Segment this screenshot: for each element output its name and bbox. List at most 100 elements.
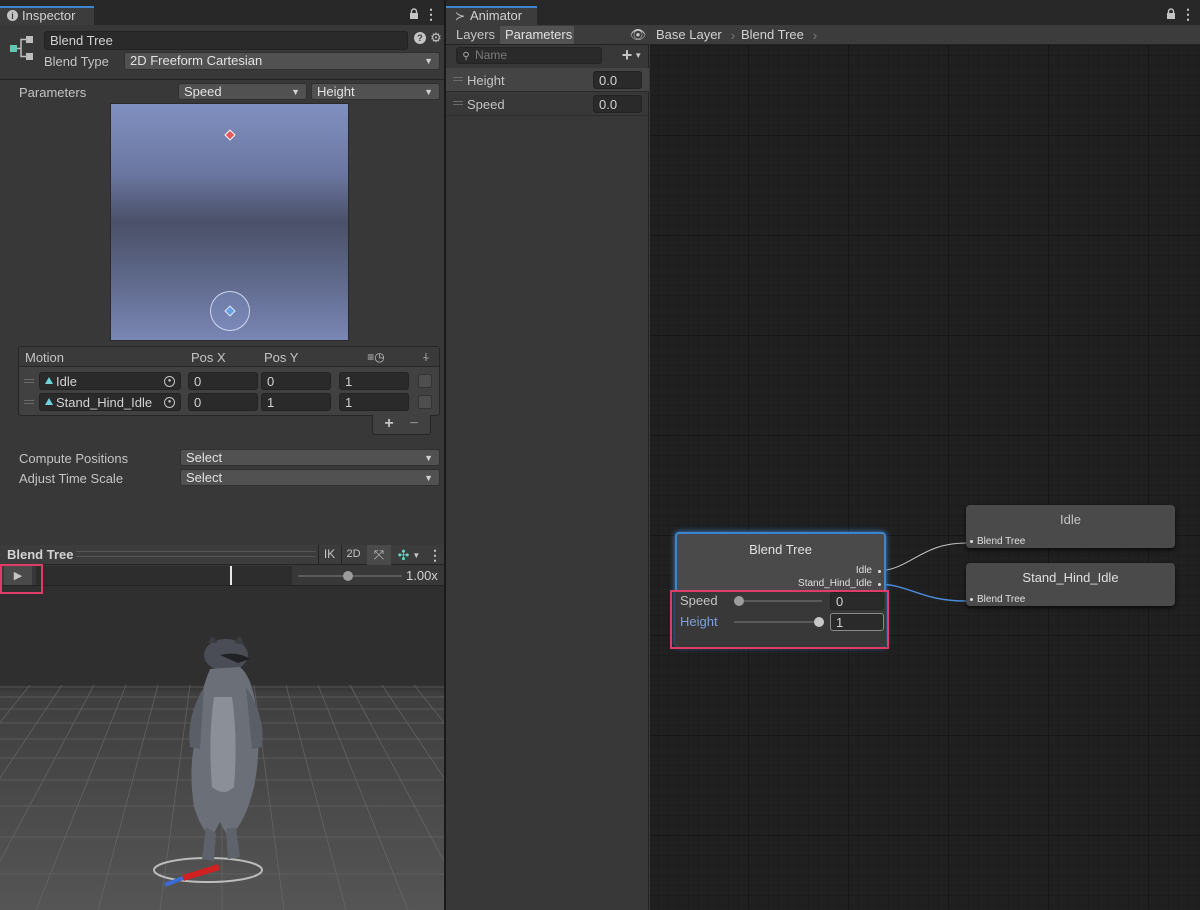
dropdown-arrow-icon: ▼ [424, 56, 433, 66]
output-label-idle: Idle [855, 565, 872, 576]
param-x-value: Speed [184, 84, 222, 99]
tab-animator-label: Animator [470, 8, 523, 23]
tab-layers[interactable]: Layers [450, 26, 500, 44]
compute-positions-dropdown[interactable]: Select ▼ [180, 449, 440, 466]
blend-position-indicator[interactable] [210, 291, 250, 331]
tab-parameters-label: Parameters [505, 27, 573, 42]
motion-list: Motion Pos X Pos Y ≡◷ ⍭ Idle ● 0 0 1 Sta… [18, 346, 440, 416]
pivot-icon[interactable]: ⤧ [367, 545, 391, 565]
animation-clip-icon [45, 398, 53, 405]
param-y-value: Height [317, 84, 355, 99]
parameter-value-field[interactable]: 0.0 [593, 95, 642, 113]
kebab-menu-icon[interactable]: ⋮ [428, 547, 442, 563]
inspector-panel: i Inspector ⋮ Blend Tree ? ⚙ Blend Type … [0, 0, 444, 545]
search-placeholder: Name [475, 48, 508, 62]
slider-thumb[interactable] [343, 571, 353, 581]
parameter-row[interactable]: Speed 0.0 [446, 92, 649, 116]
adjust-time-scale-label: Adjust Time Scale [19, 471, 124, 486]
drag-handle-icon[interactable] [24, 400, 34, 404]
animator-icon: ≻ [454, 9, 466, 23]
connection-lines [875, 542, 967, 602]
motion-column-header: Motion [25, 350, 65, 365]
motion-field-stand-hind-idle[interactable]: Stand_Hind_Idle ● [39, 393, 181, 411]
drag-handle-icon[interactable] [453, 101, 463, 105]
eye-icon[interactable]: 👁 [630, 27, 647, 43]
kebab-menu-icon[interactable]: ⋮ [424, 6, 438, 22]
blend-params-highlight [670, 590, 889, 649]
timeline[interactable] [36, 566, 292, 585]
compute-positions-value: Select [186, 450, 223, 465]
mirror-icon: ⍭ [422, 349, 430, 364]
tab-inspector-label: Inspector [22, 8, 76, 23]
lock-icon[interactable] [1165, 7, 1177, 21]
pos-x-field[interactable]: 0 [188, 372, 258, 390]
add-parameter-button[interactable]: + ▼ [618, 45, 646, 65]
preview-viewport[interactable] [0, 587, 444, 910]
timeline-playhead[interactable] [230, 566, 232, 585]
adjust-time-scale-dropdown[interactable]: Select ▼ [180, 469, 440, 486]
avatar-icon[interactable]: ✣ ▼ [393, 545, 425, 565]
blend-tree-icon [8, 33, 36, 63]
motion-node-title: Stand_Hind_Idle [1022, 570, 1119, 585]
dropdown-arrow-icon: ▼ [424, 473, 433, 483]
object-picker-icon[interactable]: ● [164, 376, 175, 387]
playback-speed-slider[interactable] [298, 571, 402, 581]
output-port-stand-hind-idle[interactable] [878, 583, 881, 586]
tab-animator[interactable]: ≻ Animator [446, 6, 537, 25]
adjust-time-scale-value: Select [186, 470, 223, 485]
animator-panel: ≻ Animator ⋮ Layers Parameters 👁 ⚲ Name … [446, 0, 1200, 910]
blend-type-label: Blend Type [44, 54, 109, 69]
time-scale-field[interactable]: 1 [339, 393, 409, 411]
mode-label: 2D [346, 548, 361, 560]
input-port[interactable] [970, 540, 973, 543]
motion-point-stand-hind-idle[interactable] [224, 129, 236, 141]
parameter-row[interactable]: Height 0.0 [446, 68, 649, 92]
motion-node-input-label: Blend Tree [977, 536, 1026, 547]
gear-icon[interactable]: ⚙ [430, 30, 442, 45]
param-x-dropdown[interactable]: Speed ▼ [178, 83, 307, 100]
animator-graph[interactable]: Base Layer › Blend Tree › Blend Tree Idl… [650, 25, 1200, 910]
drag-handle-icon[interactable] [453, 77, 463, 81]
motion-node-stand-hind-idle[interactable]: Stand_Hind_Idle Blend Tree [966, 563, 1175, 606]
preview-title: Blend Tree [7, 547, 74, 562]
blend-space-graph[interactable] [110, 103, 349, 341]
2d-button[interactable]: 2D [341, 545, 365, 565]
pos-x-field[interactable]: 0 [188, 393, 258, 411]
mirror-checkbox[interactable] [418, 395, 432, 409]
tab-layers-label: Layers [456, 27, 496, 42]
tab-inspector[interactable]: i Inspector [0, 6, 94, 25]
parameters-label: Parameters [19, 85, 87, 100]
output-port-idle[interactable] [878, 570, 881, 573]
parameter-search-input[interactable]: ⚲ Name [456, 47, 602, 64]
lock-icon[interactable] [408, 7, 420, 21]
tab-parameters[interactable]: Parameters [500, 26, 574, 44]
time-scale-field[interactable]: 1 [339, 372, 409, 390]
object-picker-icon[interactable]: ● [164, 397, 175, 408]
parameter-name: Height [467, 73, 505, 88]
pos-y-field[interactable]: 0 [261, 372, 331, 390]
drag-handle-icon[interactable] [24, 379, 34, 383]
motion-node-idle[interactable]: Idle Blend Tree [966, 505, 1175, 548]
pos-y-field[interactable]: 1 [261, 393, 331, 411]
time-scale-icon: ≡◷ [367, 350, 385, 364]
blend-type-dropdown[interactable]: 2D Freeform Cartesian ▼ [124, 52, 440, 70]
pos-x-column-header: Pos X [191, 350, 226, 365]
motion-node-input-label: Blend Tree [977, 594, 1026, 605]
compute-positions-label: Compute Positions [19, 451, 129, 466]
ik-button[interactable]: IK [318, 545, 340, 565]
help-icon[interactable]: ? [414, 32, 426, 44]
dropdown-arrow-icon: ▼ [291, 87, 300, 97]
info-icon: i [7, 10, 18, 21]
kebab-menu-icon[interactable]: ⋮ [1181, 6, 1195, 22]
param-y-dropdown[interactable]: Height ▼ [311, 83, 440, 100]
motion-field-idle[interactable]: Idle ● [39, 372, 181, 390]
add-motion-icon[interactable]: + [382, 415, 396, 432]
blend-type-value: 2D Freeform Cartesian [130, 53, 263, 68]
animator-sidebar: Layers Parameters 👁 ⚲ Name + ▼ Height 0.0… [446, 25, 649, 910]
mirror-checkbox[interactable] [418, 374, 432, 388]
object-name-field[interactable]: Blend Tree [44, 31, 408, 50]
motion-name: Stand_Hind_Idle [56, 395, 153, 410]
parameter-value-field[interactable]: 0.0 [593, 71, 642, 89]
input-port[interactable] [970, 598, 973, 601]
remove-motion-icon[interactable]: − [407, 415, 421, 432]
